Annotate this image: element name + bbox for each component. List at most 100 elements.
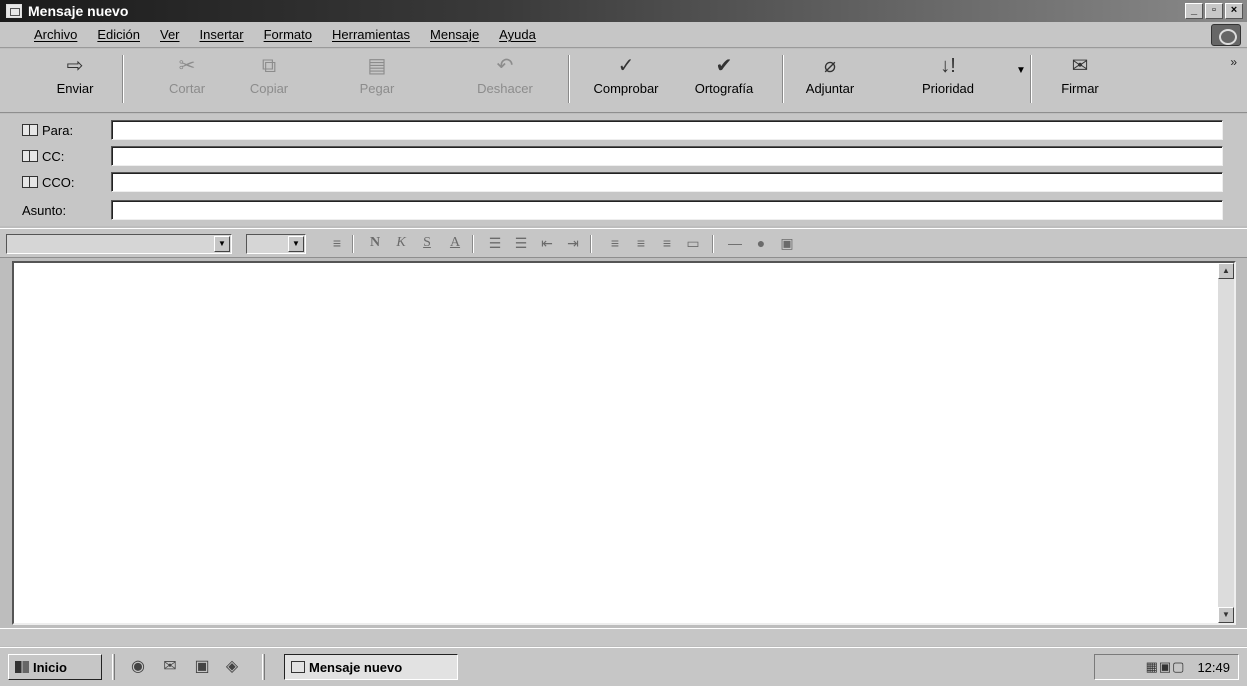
subject-field[interactable] [111,200,1223,220]
address-fields: Para: CC: CCO: Asunto: [0,114,1247,226]
bold-button[interactable]: N [366,235,384,251]
menu-ayuda[interactable]: Ayuda [499,27,536,42]
desktop-icon[interactable]: ▣ [192,657,212,677]
menu-formato[interactable]: Formato [264,27,312,42]
check-names-button[interactable]: ✓ Comprobar [578,53,674,107]
subject-label: Asunto: [22,202,67,218]
increase-indent-icon[interactable]: ⇥ [564,235,582,252]
windows-logo-icon [1211,24,1241,46]
copy-button[interactable]: ⧉ Copiar [232,53,306,107]
clock: 12:49 [1197,659,1230,675]
chevron-down-icon[interactable]: ▼ [288,236,304,252]
cut-label: Cortar [168,81,206,96]
formatting-toolbar: ▼ ▼ ≡ N K S A ☰ ☰ ⇤ ⇥ ≡ ≡ ≡ ▭ — ● ▣ [0,228,1247,258]
priority-icon: ↓! [940,55,956,77]
menu-archivo[interactable]: Archivo [34,27,77,42]
undo-label: Deshacer [477,81,533,96]
italic-button[interactable]: K [392,235,410,251]
toolbar-separator [122,55,124,103]
spellcheck-icon: ✔ [715,55,733,77]
paste-icon: ▤ [367,55,387,77]
bcc-row: CCO: [0,170,1247,194]
task-label: Mensaje nuevo [309,659,403,675]
bcc-label[interactable]: CCO: [22,175,75,190]
window-controls: _ ▫ × [1185,3,1243,19]
main-toolbar: ⇨ Enviar ✂ Cortar ⧉ Copiar ▤ Pegar ↶ Des… [0,49,1247,113]
cc-label[interactable]: CC: [22,149,64,164]
cut-button[interactable]: ✂ Cortar [150,53,224,107]
menu-ver[interactable]: Ver [160,27,180,42]
format-separator [472,235,474,253]
align-right-icon[interactable]: ≡ [658,235,676,251]
paste-button[interactable]: ▤ Pegar [340,53,414,107]
mail-icon[interactable]: ✉ [160,657,180,677]
toolbar-overflow-icon[interactable]: » [1230,55,1237,69]
sign-label: Firmar [1061,81,1099,96]
address-book-icon [22,176,38,188]
channels-icon[interactable]: ◈ [222,657,242,677]
chevron-down-icon[interactable]: ▼ [214,236,230,252]
taskbar-window-button[interactable]: Mensaje nuevo [284,654,458,680]
menu-herramientas[interactable]: Herramientas [332,27,410,42]
attach-button[interactable]: ⌀ Adjuntar [790,53,870,107]
align-left-icon[interactable]: ≡ [606,235,624,251]
check-label: Comprobar [593,81,659,96]
send-button[interactable]: ⇨ Enviar [40,53,110,107]
taskbar-grip [262,654,265,680]
bcc-field[interactable] [111,172,1223,192]
browser-icon[interactable]: ◉ [128,657,148,677]
copy-label: Copiar [249,81,289,96]
windows-logo-icon [15,661,29,673]
align-center-icon[interactable]: ≡ [632,235,650,251]
sign-button[interactable]: ✉ Firmar [1040,53,1120,107]
font-family-select[interactable]: ▼ [6,234,232,254]
cc-field[interactable] [111,146,1223,166]
message-body[interactable]: ▲ ▼ [12,261,1236,625]
vertical-scrollbar[interactable]: ▲ ▼ [1218,263,1234,623]
close-button[interactable]: × [1225,3,1243,19]
priority-dropdown-arrow-icon[interactable]: ▼ [1016,65,1026,76]
menu-mensaje[interactable]: Mensaje [430,27,479,42]
undo-button[interactable]: ↶ Deshacer [460,53,550,107]
hyperlink-icon[interactable]: ● [752,235,770,251]
send-icon: ⇨ [66,55,84,77]
format-separator [352,235,354,253]
cc-row: CC: [0,144,1247,168]
spelling-button[interactable]: ✔ Ortografía [680,53,768,107]
insert-picture-icon[interactable]: ▣ [778,235,796,252]
scroll-up-icon[interactable]: ▲ [1218,263,1234,279]
tray-icons[interactable]: ▦▣▢ [1146,659,1186,675]
to-field[interactable] [111,120,1223,140]
sign-envelope-icon: ✉ [1071,55,1089,77]
attach-label: Adjuntar [805,81,855,96]
message-icon [291,661,305,673]
priority-label: Prioridad [921,81,975,96]
taskbar-grip [112,654,115,680]
status-bar [0,628,1247,646]
minimize-button[interactable]: _ [1185,3,1203,19]
format-separator [712,235,714,253]
window-title: Mensaje nuevo [28,3,129,19]
decrease-indent-icon[interactable]: ⇤ [538,235,556,252]
numbered-list-icon[interactable]: ☰ [486,235,504,252]
start-button[interactable]: Inicio [8,654,102,680]
font-size-select[interactable]: ▼ [246,234,306,254]
paragraph-style-icon[interactable]: ≡ [328,235,346,251]
underline-button[interactable]: S [418,235,436,251]
font-color-button[interactable]: A [446,235,464,251]
taskbar: Inicio ◉ ✉ ▣ ◈ Mensaje nuevo ▦▣▢ 12:49 [0,647,1247,686]
menu-edicion[interactable]: Edición [97,27,140,42]
horizontal-line-icon[interactable]: — [726,235,744,251]
bulleted-list-icon[interactable]: ☰ [512,235,530,252]
justify-icon[interactable]: ▭ [684,235,702,252]
to-label[interactable]: Para: [22,123,73,138]
send-label: Enviar [56,81,94,96]
to-label-text: Para: [42,122,74,138]
scroll-down-icon[interactable]: ▼ [1218,607,1234,623]
paste-label: Pegar [359,81,395,96]
menu-insertar[interactable]: Insertar [200,27,244,42]
maximize-button[interactable]: ▫ [1205,3,1223,19]
priority-button[interactable]: ↓! Prioridad [900,53,996,107]
address-book-icon [22,124,38,136]
title-bar: Mensaje nuevo _ ▫ × [0,0,1247,22]
